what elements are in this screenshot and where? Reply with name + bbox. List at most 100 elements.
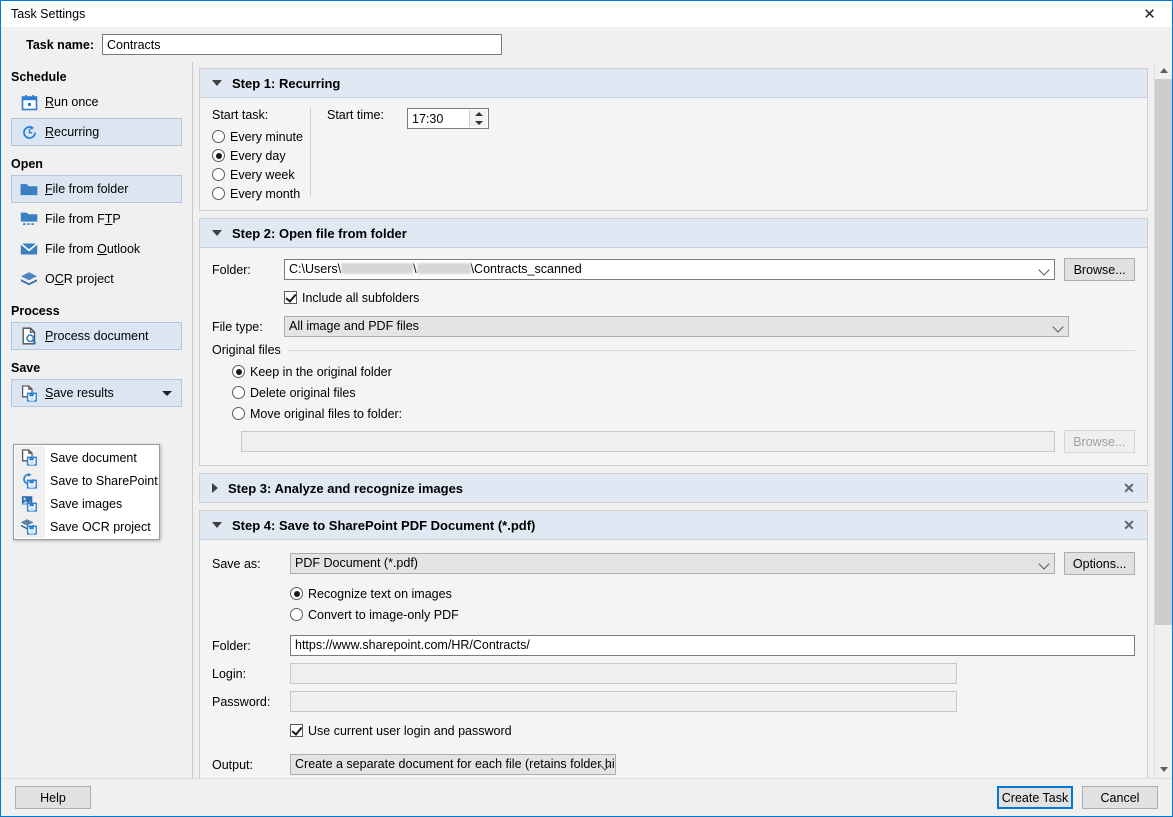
step-1: Step 1: Recurring Start task: Every minu… <box>199 68 1148 211</box>
radio-every-day[interactable]: Every day <box>212 146 310 165</box>
task-name-row: Task name: <box>1 27 1172 62</box>
use-current-user-checkbox[interactable]: Use current user login and password <box>290 721 512 740</box>
menu-item-save-images[interactable]: Save images <box>14 492 159 515</box>
login-row: Login: <box>212 663 1135 684</box>
output-combobox[interactable]: Create a separate document for each file… <box>290 754 616 775</box>
folder-browse-button[interactable]: Browse... <box>1064 258 1135 281</box>
folder-row: Folder: C:\Users\ \ \Contracts_scanned Bro… <box>212 258 1135 281</box>
recurring-clock-icon <box>18 122 40 142</box>
folder-icon <box>18 179 40 199</box>
step-3: Step 3: Analyze and recognize images ✕ <box>199 473 1148 503</box>
cancel-button[interactable]: Cancel <box>1082 786 1158 809</box>
collapse-triangle-icon[interactable] <box>212 80 222 86</box>
step-1-header[interactable]: Step 1: Recurring <box>200 69 1147 98</box>
stepper-buttons[interactable] <box>469 110 487 127</box>
file-type-row: File type: All image and PDF files <box>212 316 1135 337</box>
create-task-button[interactable]: Create Task <box>997 786 1073 809</box>
vertical-scrollbar[interactable] <box>1154 62 1172 778</box>
sidebar-item-label: File from Outlook <box>45 242 141 256</box>
scroll-up-icon[interactable] <box>1155 62 1172 79</box>
move-path-row: Browse... <box>212 430 1135 453</box>
save-as-options-button[interactable]: Options... <box>1064 552 1135 575</box>
menu-item-label: Save images <box>50 496 123 511</box>
chevron-down-icon[interactable] <box>1052 321 1064 333</box>
sidebar-item-file-from-folder[interactable]: File from folder <box>11 175 182 203</box>
start-task-label: Start task: <box>212 108 269 122</box>
step-4-header[interactable]: Step 4: Save to SharePoint PDF Document … <box>200 511 1147 540</box>
password-label: Password: <box>212 694 271 709</box>
menu-item-save-ocr-project[interactable]: Save OCR project <box>14 515 159 538</box>
folder-combobox[interactable]: C:\Users\ \ \Contracts_scanned <box>284 259 1056 280</box>
collapse-triangle-icon[interactable] <box>212 230 222 236</box>
radio-indicator <box>212 187 225 200</box>
save-as-combobox[interactable]: PDF Document (*.pdf) <box>290 553 1056 574</box>
radio-recognize-text[interactable]: Recognize text on images <box>290 583 1135 604</box>
radio-delete-original[interactable]: Delete original files <box>232 382 1135 403</box>
move-folder-input[interactable] <box>241 431 1055 452</box>
collapse-triangle-icon[interactable] <box>212 522 222 528</box>
radio-indicator <box>290 608 303 621</box>
chevron-down-icon[interactable] <box>162 391 172 396</box>
save-results-split-button[interactable]: Save results <box>11 379 182 407</box>
step-3-remove-icon[interactable]: ✕ <box>1119 478 1139 498</box>
chevron-down-icon[interactable] <box>1038 558 1050 570</box>
save-images-icon <box>14 495 44 512</box>
sidebar-item-recurring[interactable]: Recurring <box>11 118 182 146</box>
help-button[interactable]: Help <box>15 786 91 809</box>
scroll-down-icon[interactable] <box>1155 761 1172 778</box>
legend-text: Original files <box>212 343 281 357</box>
stepper-up-icon[interactable] <box>470 110 487 119</box>
task-settings-dialog: Task Settings ✕ Task name: Schedule <box>0 0 1173 817</box>
file-type-combobox[interactable]: All image and PDF files <box>284 316 1069 337</box>
menu-item-save-to-sharepoint[interactable]: Save to SharePoint <box>14 469 159 492</box>
checkbox-indicator <box>290 724 303 737</box>
scrollbar-track[interactable] <box>1155 79 1172 761</box>
include-subfolders-checkbox[interactable]: Include all subfolders <box>284 288 419 307</box>
sidebar-item-run-once[interactable]: Run once <box>11 88 182 116</box>
radio-label: Convert to image-only PDF <box>308 607 459 622</box>
radio-move-original[interactable]: Move original files to folder: <box>232 403 1135 424</box>
redacted-subfolder <box>416 263 471 274</box>
expand-triangle-icon[interactable] <box>212 483 218 493</box>
chevron-down-icon[interactable] <box>1038 264 1050 276</box>
sidebar-item-process-document[interactable]: Process document <box>11 322 182 350</box>
checkbox-label: Include all subfolders <box>302 290 420 305</box>
start-time-stepper[interactable]: 17:30 <box>407 108 489 129</box>
menu-item-save-document[interactable]: Save document <box>14 446 159 469</box>
output-label: Output: <box>212 757 253 772</box>
menu-item-label: Save to SharePoint <box>50 473 158 488</box>
sidebar-item-ocr-project[interactable]: OCR project <box>11 265 182 293</box>
step-3-header[interactable]: Step 3: Analyze and recognize images ✕ <box>199 473 1148 503</box>
step-2-header[interactable]: Step 2: Open file from folder <box>200 219 1147 248</box>
title-bar: Task Settings ✕ <box>1 1 1172 27</box>
sidebar-item-label: OCR project <box>45 272 114 286</box>
move-folder-browse-button[interactable]: Browse... <box>1063 430 1135 453</box>
close-icon[interactable]: ✕ <box>1127 1 1172 27</box>
step-4: Step 4: Save to SharePoint PDF Document … <box>199 510 1148 778</box>
scrollbar-thumb[interactable] <box>1155 79 1172 625</box>
sidebar-item-file-from-outlook[interactable]: File from Outlook <box>11 235 182 263</box>
ftp-folder-icon <box>18 209 40 229</box>
legend-line <box>287 349 1135 351</box>
calendar-icon <box>18 92 40 112</box>
start-time-label: Start time: <box>327 108 384 122</box>
login-input[interactable] <box>290 663 957 684</box>
step-1-body: Start task: Every minute Every day Every… <box>200 98 1147 210</box>
radio-every-week[interactable]: Every week <box>212 165 310 184</box>
radio-every-minute[interactable]: Every minute <box>212 127 310 146</box>
task-name-label: Task name: <box>26 37 94 52</box>
output-row: Output: Create a separate document for e… <box>212 754 1135 775</box>
stepper-down-icon[interactable] <box>470 119 487 128</box>
step-4-remove-icon[interactable]: ✕ <box>1119 515 1139 535</box>
save-results-menu: Save document Save to SharePoint Save im… <box>13 444 160 540</box>
sp-folder-input[interactable]: https://www.sharepoint.com/HR/Contracts/ <box>290 635 1135 656</box>
radio-every-month[interactable]: Every month <box>212 184 310 203</box>
menu-item-label: Save document <box>50 450 137 465</box>
task-name-input[interactable] <box>102 34 502 55</box>
sidebar-item-file-from-ftp[interactable]: File from FTP <box>11 205 182 233</box>
radio-image-only-pdf[interactable]: Convert to image-only PDF <box>290 604 1135 625</box>
radio-label: Recognize text on images <box>308 586 452 601</box>
radio-label: Every week <box>230 167 295 182</box>
radio-keep-original[interactable]: Keep in the original folder <box>232 361 1135 382</box>
password-input[interactable] <box>290 691 957 712</box>
